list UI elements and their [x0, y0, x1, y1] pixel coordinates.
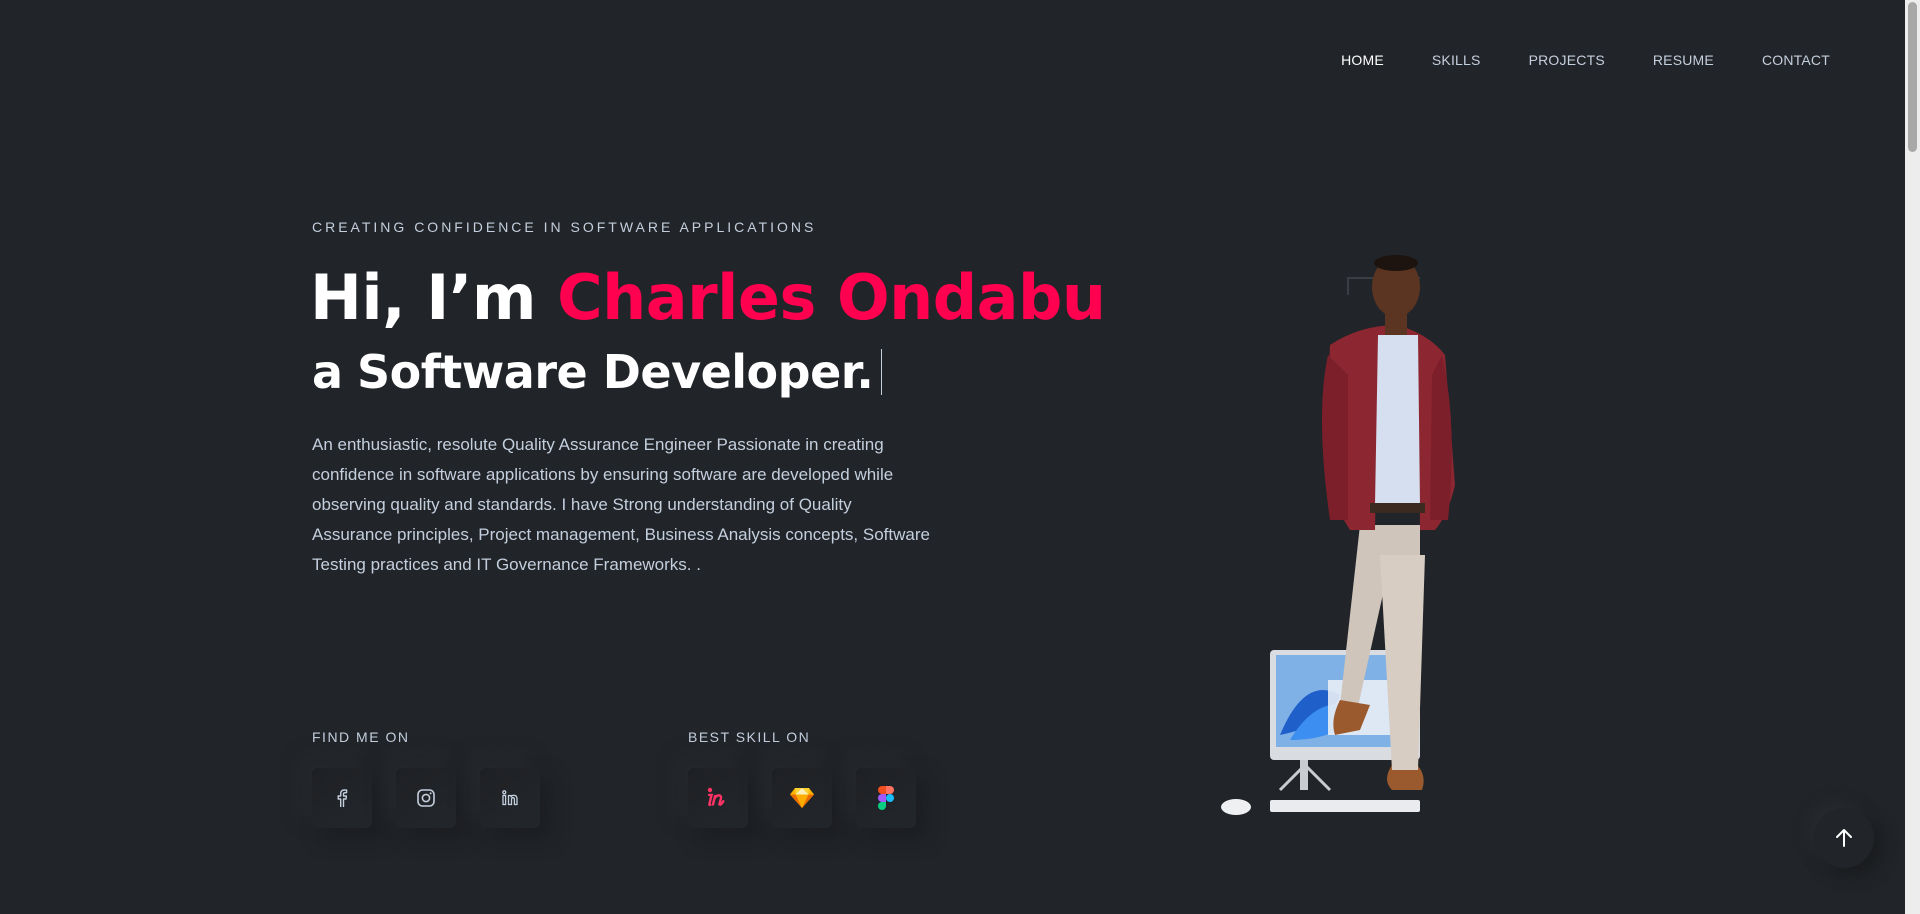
page-scrollbar[interactable]: [1905, 0, 1920, 914]
figma-link[interactable]: [856, 768, 916, 828]
nav-resume[interactable]: RESUME: [1629, 50, 1738, 70]
invision-link[interactable]: [688, 768, 748, 828]
sketch-link[interactable]: [772, 768, 832, 828]
facebook-icon: [337, 789, 348, 807]
nav-projects[interactable]: PROJECTS: [1505, 50, 1629, 70]
hero-headline: Hi, I’m Charles Ondabu: [310, 258, 1106, 338]
sketch-icon: [790, 788, 814, 808]
linkedin-link[interactable]: [480, 768, 540, 828]
invision-icon: [707, 787, 725, 807]
nav-contact[interactable]: CONTACT: [1738, 50, 1830, 70]
find-me-title: FIND ME ON: [312, 729, 410, 745]
best-skill-title: BEST SKILL ON: [688, 729, 811, 745]
nav-skills[interactable]: SKILLS: [1408, 50, 1505, 70]
arrow-up-icon: [1836, 829, 1852, 847]
hero-description: An enthusiastic, resolute Quality Assura…: [312, 435, 930, 574]
hero-greeting: Hi, I’m: [310, 261, 558, 334]
best-skill-icons: [688, 768, 916, 828]
linkedin-icon: [502, 790, 518, 806]
figma-icon: [878, 786, 894, 810]
hero-subtitle: CREATING CONFIDENCE IN SOFTWARE APPLICAT…: [312, 219, 817, 235]
facebook-link[interactable]: [312, 768, 372, 828]
instagram-link[interactable]: [396, 768, 456, 828]
hero-role: Software Developer.: [357, 345, 874, 399]
find-me-icons: [312, 768, 540, 828]
instagram-icon: [417, 789, 435, 807]
hero-name: Charles Ondabu: [557, 261, 1106, 334]
hero-portrait-image: [1221, 255, 1455, 815]
hero-role-prefix: a: [312, 345, 344, 399]
scrollbar-thumb[interactable]: [1908, 2, 1917, 152]
typing-cursor: [881, 349, 883, 395]
nav-home[interactable]: HOME: [1317, 50, 1408, 70]
back-to-top-button[interactable]: [1814, 808, 1874, 868]
main-nav: HOME SKILLS PROJECTS RESUME CONTACT: [1317, 50, 1830, 70]
hero-role-line: a Software Developer.: [312, 345, 883, 399]
